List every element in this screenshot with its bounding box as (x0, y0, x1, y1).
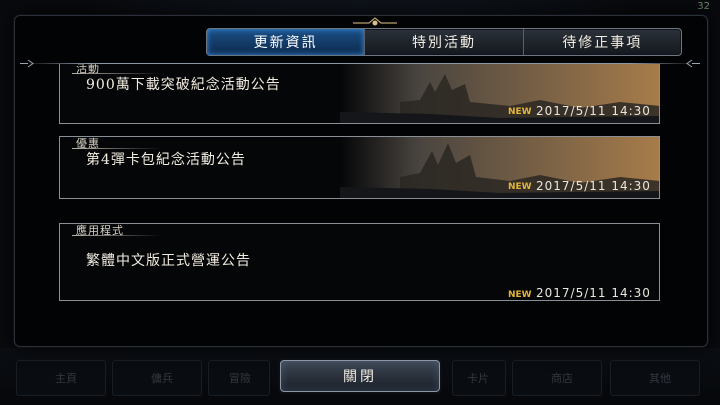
new-badge: NEW (508, 182, 532, 192)
new-badge: NEW (508, 107, 532, 117)
bottom-nav-label: 商店 (551, 372, 573, 385)
tab-updates[interactable]: 更新資訊 (207, 29, 365, 55)
tab-special-events[interactable]: 特別活動 (364, 29, 522, 55)
announcement-item[interactable]: 應用程式 繁體中文版正式營運公告 NEW 2017/5/11 14:30 (59, 223, 660, 301)
bottom-nav-item[interactable]: 傭兵 (112, 360, 202, 396)
bottom-nav-label: 卡片 (467, 372, 489, 385)
tab-bar: 更新資訊 特別活動 待修正事項 (206, 28, 682, 56)
bottom-nav-item[interactable]: 商店 (512, 360, 602, 396)
tab-pending-fixes[interactable]: 待修正事項 (522, 29, 681, 55)
announcement-date: 2017/5/11 14:30 (536, 104, 651, 118)
divider-ornament-icon (686, 59, 700, 68)
announcement-date: 2017/5/11 14:30 (536, 286, 651, 300)
status-clock: 32 (697, 1, 710, 12)
bottom-nav-label: 冒險 (229, 372, 251, 385)
announcement-tag: 應用程式 (76, 224, 124, 237)
announcement-item[interactable]: 優惠 第4彈卡包紀念活動公告 NEW 2017/5/11 14:30 (59, 136, 660, 199)
announcement-title: 第4彈卡包紀念活動公告 (86, 152, 246, 168)
announcement-list[interactable]: 活動 900萬下載突破紀念活動公告 NEW 2017/5/11 14:30 優惠… (59, 64, 660, 304)
announcement-date: 2017/5/11 14:30 (536, 179, 651, 193)
announcement-item[interactable]: 活動 900萬下載突破紀念活動公告 NEW 2017/5/11 14:30 (59, 64, 660, 124)
bottom-nav-item[interactable]: 主頁 (16, 360, 106, 396)
divider-ornament-icon (20, 59, 34, 68)
bottom-nav-item[interactable]: 其他 (610, 360, 700, 396)
close-button[interactable]: 關閉 (280, 360, 440, 392)
bottom-nav-item[interactable]: 冒險 (208, 360, 270, 396)
bottom-nav-label: 主頁 (55, 372, 77, 385)
bottom-nav-label: 傭兵 (151, 372, 173, 385)
announcement-title: 900萬下載突破紀念活動公告 (86, 77, 281, 93)
bottom-nav-item[interactable]: 卡片 (452, 360, 506, 396)
bottom-nav-label: 其他 (649, 372, 671, 385)
announcement-title: 繁體中文版正式營運公告 (86, 253, 251, 269)
new-badge: NEW (508, 290, 532, 300)
